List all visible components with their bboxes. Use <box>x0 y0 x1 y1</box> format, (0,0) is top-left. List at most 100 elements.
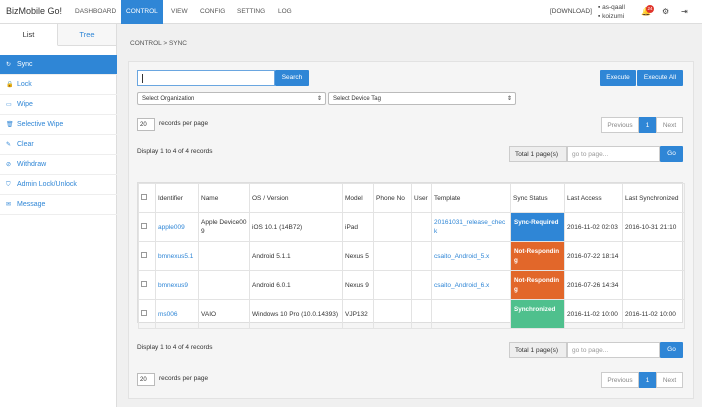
nav-setting[interactable]: SETTING <box>232 0 270 24</box>
page-1-button-bottom[interactable]: 1 <box>639 372 656 388</box>
go-button-bottom[interactable]: Go <box>660 342 683 358</box>
search-button[interactable]: Search <box>275 70 309 86</box>
user <box>411 241 432 271</box>
search-input[interactable] <box>137 70 275 86</box>
identifier-link[interactable]: ms006 <box>155 299 199 329</box>
sidebar-item-label: Sync <box>17 61 33 68</box>
identifier-link[interactable]: bmnexus5.1 <box>155 241 199 271</box>
sidebar-item-label: Wipe <box>17 101 33 108</box>
identifier-link[interactable]: bmnexus9 <box>155 270 199 300</box>
last-access: 2016-07-22 18:14 <box>564 241 623 271</box>
sidebar-item-label: Admin Lock/Unlock <box>17 181 77 188</box>
template-link[interactable]: csaito_Android_6.x <box>431 270 511 300</box>
tab-list[interactable]: List <box>0 24 58 46</box>
sync-status: Synchronized <box>510 299 565 329</box>
template-link[interactable] <box>431 299 511 329</box>
col-last-synchronized: Last Synchronized <box>622 183 685 213</box>
template-link[interactable]: 20161031_release_check <box>431 212 511 242</box>
status-badge: Sync-Required <box>511 213 564 241</box>
status-badge: Not-Responding <box>511 271 564 299</box>
col-user: User <box>411 183 432 213</box>
user <box>411 299 432 329</box>
sidebar-item-selective-wipe[interactable]: 🗑 Selective Wipe <box>0 115 117 135</box>
last-access: 2016-11-02 10:00 <box>564 299 623 329</box>
model: iPad <box>342 212 374 242</box>
identifier-link[interactable]: apple009 <box>155 212 199 242</box>
row-checkbox[interactable] <box>138 299 156 329</box>
checkbox-box[interactable] <box>141 222 147 229</box>
envelope-icon: ✉ <box>6 202 12 208</box>
nav-control[interactable]: CONTROL <box>121 0 163 24</box>
sync-status: Sync-Required <box>510 212 565 242</box>
table-row: ms006 VAIO Windows 10 Pro (10.0.14393) V… <box>138 299 685 329</box>
row-checkbox[interactable] <box>138 270 156 300</box>
template-link[interactable]: csaito_Android_5.x <box>431 241 511 271</box>
select-all-checkbox[interactable] <box>138 183 156 213</box>
model: Nexus 9 <box>342 270 374 300</box>
phone-no <box>373 212 412 242</box>
devices-table: Identifier Name OS / Version Model Phone… <box>137 182 685 329</box>
sidebar-item-withdraw[interactable]: ⊘ Withdraw <box>0 155 117 175</box>
row-checkbox[interactable] <box>138 212 156 242</box>
brand-logo[interactable]: BizMobile Go! <box>6 6 62 16</box>
organization-select[interactable]: Select Organization ⇕ <box>137 92 326 105</box>
checkbox-box[interactable] <box>141 280 147 287</box>
nav-dashboard[interactable]: DASHBOARD <box>70 0 121 24</box>
phone-no <box>373 270 412 300</box>
next-button[interactable]: Next <box>656 117 683 133</box>
gear-icon[interactable]: ⚙ <box>662 0 669 24</box>
col-sync-status: Sync Status <box>510 183 565 213</box>
nav-log[interactable]: LOG <box>273 0 297 24</box>
last-synchronized: 2016-11-02 10:00 <box>622 299 685 329</box>
per-page-select-bottom[interactable]: 20 <box>137 373 155 386</box>
goto-page-input-bottom[interactable]: go to page... <box>567 342 660 358</box>
checkbox-box[interactable] <box>141 251 147 258</box>
execute-button[interactable]: Execute <box>600 70 636 86</box>
checkbox-box[interactable] <box>141 309 147 316</box>
total-pages-bottom: Total 1 page(s) <box>509 342 567 358</box>
execute-all-button[interactable]: Execute All <box>637 70 683 86</box>
row-checkbox[interactable] <box>138 241 156 271</box>
sidebar-item-label: Clear <box>17 141 34 148</box>
last-access: 2016-11-02 02:03 <box>564 212 623 242</box>
goto-page-input[interactable]: go to page... <box>567 146 660 162</box>
user <box>411 212 432 242</box>
shield-icon: ⛉ <box>6 182 11 188</box>
organization-select-value: Select Organization <box>142 96 195 102</box>
next-button-bottom[interactable]: Next <box>656 372 683 388</box>
lock-icon: 🔒 <box>6 82 14 88</box>
sidebar-item-label: Message <box>17 201 46 208</box>
last-synchronized <box>622 241 685 271</box>
device-tag-select[interactable]: Select Device Tag ⇕ <box>328 92 516 105</box>
sidebar-item-wipe[interactable]: ▭ Wipe <box>0 95 117 115</box>
ban-icon: ⊘ <box>6 162 12 168</box>
breadcrumb: CONTROL > SYNC <box>130 40 188 47</box>
user-menu[interactable]: ▪ as-qaall ▪ koizumi <box>598 3 625 21</box>
sidebar-item-clear[interactable]: ✎ Clear <box>0 135 117 155</box>
trash-icon: 🗑 <box>6 122 14 128</box>
download-link[interactable]: [DOWNLOAD] <box>550 0 592 24</box>
user-line1: as-qaall <box>602 4 625 11</box>
sync-status: Not-Responding <box>510 270 565 300</box>
per-page-label-bottom: records per page <box>159 375 209 382</box>
nav-config[interactable]: CONFIG <box>195 0 230 24</box>
wipe-icon: ▭ <box>6 102 12 108</box>
sidebar-item-message[interactable]: ✉ Message <box>0 195 117 215</box>
device-name: VAIO <box>198 299 250 329</box>
col-model: Model <box>342 183 374 213</box>
per-page-label: records per page <box>159 120 209 127</box>
previous-button[interactable]: Previous <box>601 117 639 133</box>
checkbox-box[interactable] <box>141 194 147 200</box>
sidebar-item-sync[interactable]: ↻ Sync <box>0 55 117 75</box>
previous-button-bottom[interactable]: Previous <box>601 372 639 388</box>
page-1-button[interactable]: 1 <box>639 117 656 133</box>
select-arrows-icon: ⇕ <box>506 96 512 102</box>
sidebar-item-lock[interactable]: 🔒 Lock <box>0 75 117 95</box>
sidebar-item-admin-lock[interactable]: ⛉ Admin Lock/Unlock <box>0 175 117 195</box>
go-button[interactable]: Go <box>660 146 683 162</box>
os-version: iOS 10.1 (14B72) <box>249 212 343 242</box>
tab-tree[interactable]: Tree <box>58 24 116 46</box>
logout-icon[interactable]: ⇥ <box>681 0 688 24</box>
per-page-select[interactable]: 20 <box>137 118 155 131</box>
nav-view[interactable]: VIEW <box>166 0 193 24</box>
